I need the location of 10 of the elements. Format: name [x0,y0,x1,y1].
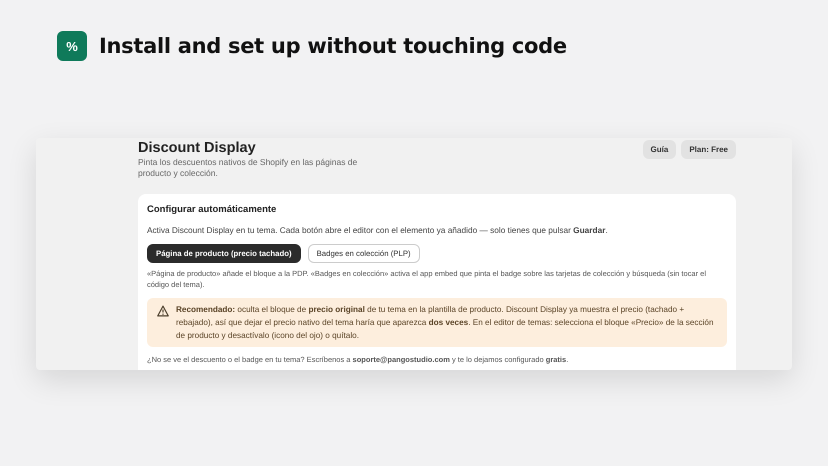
card-title: Configurar automáticamente [147,204,278,215]
app-logo-icon: % [57,31,87,61]
intro-text: Activa Discount Display en tu tema. Cada botón abre el editor con el elemento ya añadido — solo tienes que pulsar Guardar. [147,224,609,236]
warning-icon [157,304,169,317]
warning-text: Recomendado: oculta el bloque de precio original de tu tema en la plantilla de producto. Discount Display ya muestra el precio (tachado + rebajado), así que dejar el precio nativo del tema haría que aparezca dos veces. En el editor de temas: selecciona el bloque «Precio» de la sección de producto y desactívalo (icono del ojo) o quítalo. [176,304,715,342]
page-title: Discount Display [138,140,257,156]
page-subtitle: Pinta los descuentos nativos de Shopify en las páginas de producto y colección. [138,157,358,180]
headline: Install and set up without touching code [99,34,567,58]
header-button[interactable]: Guía [642,140,676,159]
header-button[interactable]: Plan: Free [681,140,736,159]
